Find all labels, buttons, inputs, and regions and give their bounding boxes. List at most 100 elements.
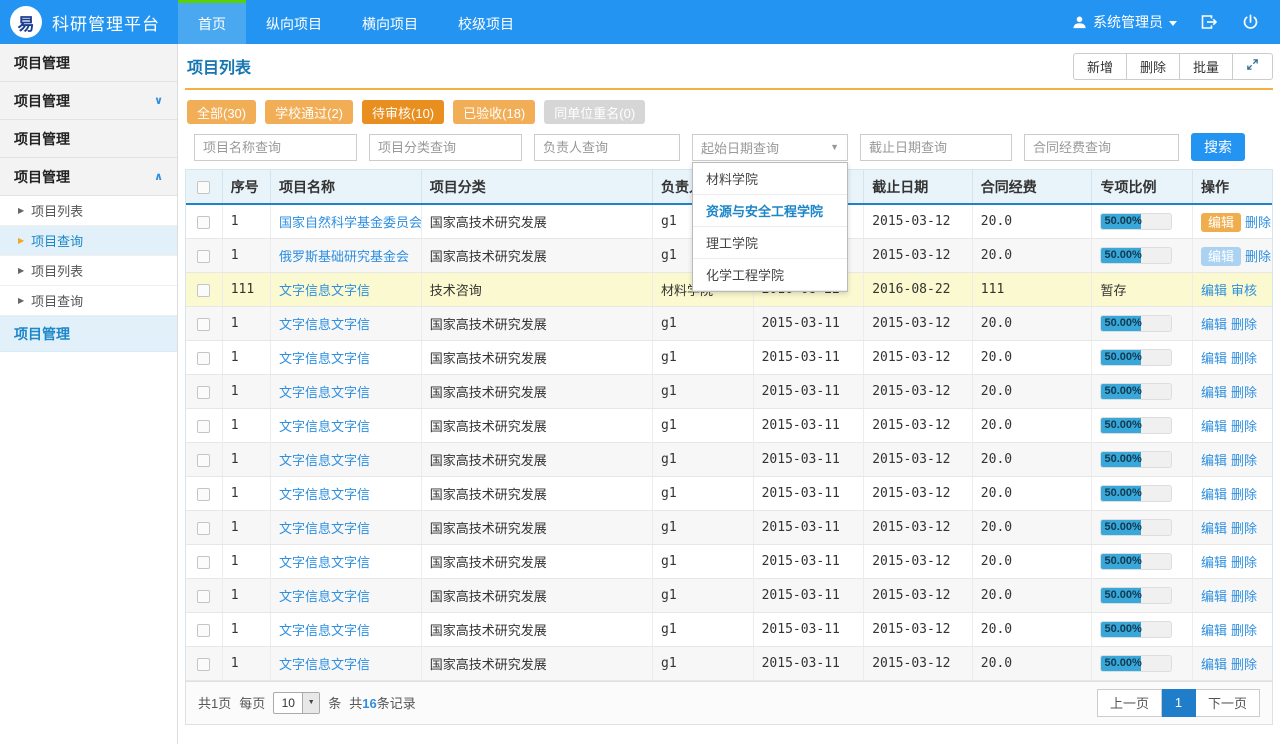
sidebar-item[interactable]: ▶ 项目管理 ∨ ∧ bbox=[0, 82, 177, 120]
secondary-action[interactable]: 删除 bbox=[1231, 487, 1257, 502]
filter-tab[interactable]: 已验收(18) bbox=[453, 100, 535, 124]
edit-action[interactable]: 编辑 bbox=[1201, 657, 1227, 672]
row-checkbox[interactable] bbox=[197, 318, 210, 331]
project-name-link[interactable]: 文字信息文字信 bbox=[279, 487, 370, 502]
edit-action[interactable]: 编辑 bbox=[1201, 589, 1227, 604]
dropdown-option[interactable]: 理工学院 bbox=[693, 227, 847, 259]
secondary-action[interactable]: 删除 bbox=[1231, 589, 1257, 604]
edit-action[interactable]: 编辑 bbox=[1201, 487, 1227, 502]
add-button[interactable]: 新增 bbox=[1073, 53, 1127, 80]
project-name-link[interactable]: 文字信息文字信 bbox=[279, 555, 370, 570]
batch-button[interactable]: 批量 bbox=[1180, 53, 1233, 80]
row-checkbox[interactable] bbox=[197, 352, 210, 365]
row-checkbox[interactable] bbox=[197, 250, 210, 263]
logout-icon[interactable] bbox=[1199, 12, 1219, 32]
row-checkbox[interactable] bbox=[197, 386, 210, 399]
leader-input[interactable] bbox=[534, 134, 680, 161]
project-name-link[interactable]: 国家自然科学基金委员会 bbox=[279, 215, 421, 230]
secondary-action[interactable]: 删除 bbox=[1231, 317, 1257, 332]
project-name-link[interactable]: 文字信息文字信 bbox=[279, 419, 370, 434]
project-category-input[interactable] bbox=[369, 134, 522, 161]
edit-action[interactable]: 编辑 bbox=[1201, 247, 1241, 266]
project-name-link[interactable]: 文字信息文字信 bbox=[279, 317, 370, 332]
filter-tab[interactable]: 全部(30) bbox=[187, 100, 256, 124]
row-checkbox[interactable] bbox=[197, 420, 210, 433]
power-icon[interactable] bbox=[1241, 13, 1260, 32]
row-checkbox[interactable] bbox=[197, 624, 210, 637]
row-checkbox[interactable] bbox=[197, 216, 210, 229]
row-checkbox[interactable] bbox=[197, 522, 210, 535]
edit-action[interactable]: 编辑 bbox=[1201, 453, 1227, 468]
filter-tab[interactable]: 待审核(10) bbox=[362, 100, 444, 124]
secondary-action[interactable]: 审核 bbox=[1231, 283, 1257, 298]
user-menu[interactable]: 系统管理员 bbox=[1072, 12, 1177, 32]
secondary-action[interactable]: 删除 bbox=[1231, 419, 1257, 434]
edit-action[interactable]: 编辑 bbox=[1201, 521, 1227, 536]
sidebar-item[interactable]: ▶ 项目管理 ∨ ∧ bbox=[0, 44, 177, 82]
row-checkbox[interactable] bbox=[197, 658, 210, 671]
secondary-action[interactable]: 删除 bbox=[1231, 623, 1257, 638]
sidebar-item[interactable]: ▶ 项目管理 ∨ ∧ bbox=[0, 158, 177, 196]
filter-tab[interactable]: 学校通过(2) bbox=[265, 100, 353, 124]
project-name-link[interactable]: 文字信息文字信 bbox=[279, 589, 370, 604]
seq-cell: 1 bbox=[222, 510, 270, 544]
secondary-action[interactable]: 删除 bbox=[1245, 249, 1271, 264]
row-checkbox[interactable] bbox=[197, 488, 210, 501]
search-button[interactable]: 搜索 bbox=[1191, 133, 1245, 161]
row-checkbox[interactable] bbox=[197, 590, 210, 603]
row-checkbox[interactable] bbox=[197, 284, 210, 297]
filter-tab[interactable]: 同单位重名(0) bbox=[544, 100, 645, 124]
prev-page-button[interactable]: 上一页 bbox=[1097, 689, 1162, 717]
college-dropdown: 材料学院 资源与安全工程学院 理工学院 化学工程学院 bbox=[692, 162, 848, 292]
secondary-action[interactable]: 删除 bbox=[1231, 555, 1257, 570]
delete-button[interactable]: 删除 bbox=[1127, 53, 1180, 80]
project-name-link[interactable]: 文字信息文字信 bbox=[279, 385, 370, 400]
dropdown-option[interactable]: 资源与安全工程学院 bbox=[693, 195, 847, 227]
secondary-action[interactable]: 删除 bbox=[1231, 351, 1257, 366]
dropdown-option[interactable]: 化学工程学院 bbox=[693, 259, 847, 291]
secondary-action[interactable]: 删除 bbox=[1231, 521, 1257, 536]
project-name-link[interactable]: 文字信息文字信 bbox=[279, 623, 370, 638]
next-page-button[interactable]: 下一页 bbox=[1196, 689, 1260, 717]
edit-action[interactable]: 编辑 bbox=[1201, 351, 1227, 366]
edit-action[interactable]: 编辑 bbox=[1201, 385, 1227, 400]
sidebar-item[interactable]: ▶ 项目列表 ∨ ∧ bbox=[0, 256, 177, 286]
edit-action[interactable]: 编辑 bbox=[1201, 419, 1227, 434]
edit-action[interactable]: 编辑 bbox=[1201, 213, 1241, 232]
project-name-link[interactable]: 文字信息文字信 bbox=[279, 351, 370, 366]
dropdown-option[interactable]: 材料学院 bbox=[693, 163, 847, 195]
select-all-checkbox[interactable] bbox=[197, 181, 210, 194]
row-checkbox[interactable] bbox=[197, 556, 210, 569]
fund-input[interactable] bbox=[1024, 134, 1179, 161]
edit-action[interactable]: 编辑 bbox=[1201, 623, 1227, 638]
sidebar-item[interactable]: ▶ 项目查询 ∨ ∧ bbox=[0, 226, 177, 256]
sidebar-item[interactable]: ▶ 项目查询 ∨ ∧ bbox=[0, 286, 177, 316]
topnav-item[interactable]: 横向项目 bbox=[342, 0, 438, 44]
secondary-action[interactable]: 删除 bbox=[1245, 215, 1271, 230]
sidebar-item[interactable]: ▶ 项目管理 ∨ ∧ bbox=[0, 120, 177, 158]
project-name-link[interactable]: 俄罗斯基础研究基金会 bbox=[279, 249, 409, 264]
edit-action[interactable]: 编辑 bbox=[1201, 555, 1227, 570]
sidebar-item[interactable]: ▶ 项目管理 ∨ ∧ bbox=[0, 316, 177, 352]
project-name-link[interactable]: 文字信息文字信 bbox=[279, 521, 370, 536]
project-name-input[interactable] bbox=[194, 134, 357, 161]
edit-action[interactable]: 编辑 bbox=[1201, 317, 1227, 332]
end-date-input[interactable] bbox=[860, 134, 1012, 161]
current-page-button[interactable]: 1 bbox=[1162, 689, 1196, 717]
topnav-item[interactable]: 校级项目 bbox=[438, 0, 534, 44]
project-name-link[interactable]: 文字信息文字信 bbox=[279, 453, 370, 468]
project-name-link[interactable]: 文字信息文字信 bbox=[279, 283, 370, 298]
sidebar-item[interactable]: ▶ 项目列表 ∨ ∧ bbox=[0, 196, 177, 226]
secondary-action[interactable]: 删除 bbox=[1231, 453, 1257, 468]
table-row: 1 文字信息文字信 国家高技术研究发展 g1 2015-03-11 2015-0… bbox=[186, 374, 1272, 408]
topnav-item[interactable]: 首页 bbox=[178, 0, 246, 44]
row-checkbox[interactable] bbox=[197, 454, 210, 467]
start-date-select[interactable]: 起始日期查询 ▼ bbox=[692, 134, 848, 161]
secondary-action[interactable]: 删除 bbox=[1231, 385, 1257, 400]
expand-button[interactable] bbox=[1233, 53, 1273, 80]
topnav-item[interactable]: 纵向项目 bbox=[246, 0, 342, 44]
project-name-link[interactable]: 文字信息文字信 bbox=[279, 657, 370, 672]
per-page-select[interactable]: 10 ▼ bbox=[273, 692, 320, 714]
secondary-action[interactable]: 删除 bbox=[1231, 657, 1257, 672]
edit-action[interactable]: 编辑 bbox=[1201, 283, 1227, 298]
